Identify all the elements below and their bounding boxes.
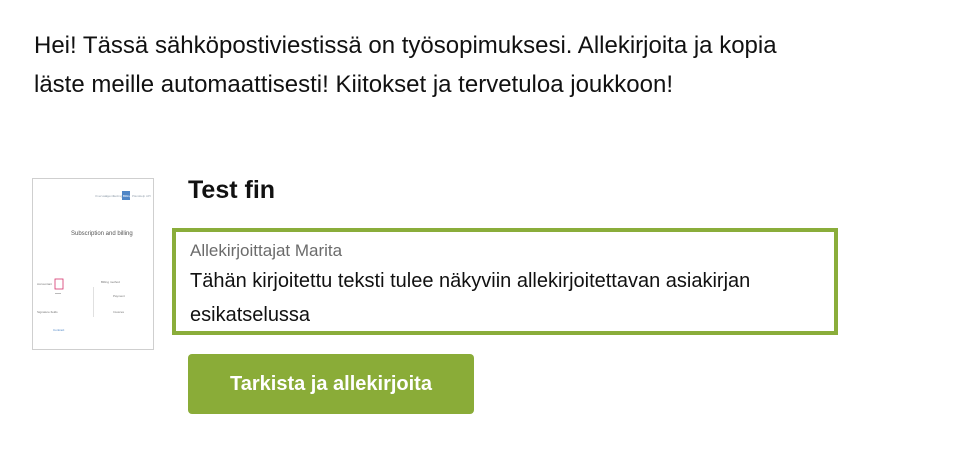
- document-title: Test fin: [188, 176, 276, 204]
- thumb-right-label: Billing method: [101, 280, 120, 284]
- signers-message-box: Allekirjoittajat Marita Tähän kirjoitett…: [172, 228, 838, 335]
- thumb-right-label: Invoices: [113, 310, 125, 314]
- thumb-nav-item: Billing: [123, 194, 131, 198]
- thumb-left-label: Signature fields: [37, 310, 58, 314]
- review-and-sign-button[interactable]: Tarkista ja allekirjoita: [188, 354, 474, 414]
- signers-label: Allekirjoittajat Marita: [190, 241, 343, 260]
- intro-line-2: läste meille automaattisesti! Kiitokset …: [34, 71, 673, 98]
- thumb-heading: Subscription and billing: [71, 231, 133, 237]
- thumb-divider: [93, 287, 94, 317]
- thumb-left-label: Accountant: [37, 282, 52, 286]
- intro-line-1: Hei! Tässä sähköpostiviestissä on työsop…: [34, 32, 777, 59]
- thumb-left-label: Contract: [53, 328, 65, 332]
- signers-message-text: Tähän kirjoitettu teksti tulee näkyviin …: [190, 270, 751, 326]
- email-intro-text: Hei! Tässä sähköpostiviestissä on työsop…: [34, 26, 934, 104]
- thumb-nav-item: API: [146, 194, 151, 198]
- thumb-nav-item: Help: [139, 194, 146, 198]
- thumb-right-label: Payment: [113, 294, 125, 298]
- document-preview-graphic: Overview Agents Settings Billing Plans H…: [37, 191, 151, 332]
- document-thumbnail[interactable]: Overview Agents Settings Billing Plans H…: [32, 178, 154, 350]
- thumb-highlight-mark: [54, 278, 64, 290]
- thumb-line: [55, 293, 61, 294]
